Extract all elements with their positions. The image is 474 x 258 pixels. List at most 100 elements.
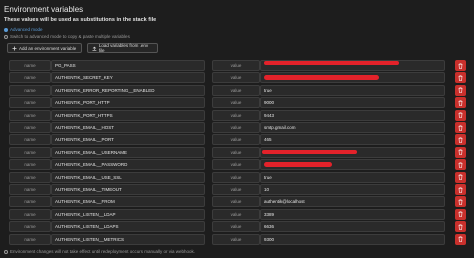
- env-value-input[interactable]: 9443: [260, 109, 445, 121]
- trash-icon: [458, 174, 463, 180]
- env-value-input[interactable]: 6636: [260, 221, 445, 233]
- footer-note: Environment changes will not take effect…: [4, 249, 195, 254]
- name-label: name: [9, 60, 51, 71]
- env-value-input[interactable]: true: [260, 84, 445, 96]
- env-value-input[interactable]: authentik@localhost: [260, 196, 445, 208]
- env-name-input[interactable]: AUTHENTIK_EMAIL__HOST: [51, 122, 205, 133]
- env-variable-row: name AUTHENTIK_ERROR_REPORTING__ENABLED …: [0, 84, 474, 96]
- info-icon: [4, 249, 8, 254]
- name-label: name: [9, 171, 51, 183]
- value-label: value: [212, 84, 260, 96]
- env-variable-row: name AUTHENTIK_LISTEN__METRICS value 930…: [0, 233, 474, 245]
- env-value-input[interactable]: 9000: [260, 97, 445, 109]
- value-label: value: [212, 134, 260, 146]
- upload-icon: [92, 46, 97, 51]
- name-label: name: [9, 196, 51, 208]
- load-env-file-label: Load variables from .env file: [98, 43, 149, 53]
- env-value-input[interactable]: 9300: [260, 233, 445, 245]
- advanced-hint-text: Switch to advanced mode to copy & paste …: [10, 34, 130, 39]
- delete-variable-button[interactable]: [455, 109, 466, 121]
- delete-variable-button[interactable]: [455, 171, 466, 183]
- value-label: value: [212, 159, 260, 171]
- delete-variable-button[interactable]: [455, 134, 466, 146]
- name-label: name: [9, 84, 51, 96]
- trash-icon: [458, 75, 463, 81]
- value-label: value: [212, 109, 260, 121]
- advanced-mode-label: Advanced mode: [10, 27, 43, 32]
- trash-icon: [458, 137, 463, 143]
- value-label: value: [212, 60, 260, 71]
- name-label: name: [9, 184, 51, 195]
- trash-icon: [458, 211, 463, 218]
- env-value-input[interactable]: 10: [260, 184, 445, 195]
- delete-variable-button[interactable]: [455, 221, 466, 233]
- env-name-input[interactable]: AUTHENTIK_EMAIL__USE_SSL: [51, 171, 205, 183]
- trash-icon: [458, 87, 463, 94]
- value-label: value: [212, 146, 260, 158]
- env-value-input[interactable]: 3389: [260, 208, 445, 220]
- radio-icon: [4, 27, 8, 32]
- trash-icon: [458, 162, 463, 168]
- name-label: name: [9, 72, 51, 84]
- delete-variable-button[interactable]: [455, 60, 466, 71]
- name-label: name: [9, 109, 51, 121]
- env-name-input[interactable]: AUTHENTIK_EMAIL__USERNAME: [51, 146, 205, 158]
- name-label: name: [9, 134, 51, 146]
- env-name-input[interactable]: AUTHENTIK_PORT_HTTPS: [51, 109, 205, 121]
- env-name-input[interactable]: AUTHENTIK_EMAIL__FROM: [51, 196, 205, 208]
- value-label: value: [212, 171, 260, 183]
- env-variable-row: name PG_PASS value: [0, 60, 474, 71]
- delete-variable-button[interactable]: [455, 97, 466, 109]
- delete-variable-button[interactable]: [455, 84, 466, 96]
- value-label: value: [212, 208, 260, 220]
- env-name-input[interactable]: AUTHENTIK_ERROR_REPORTING__ENABLED: [51, 84, 205, 96]
- value-label: value: [212, 122, 260, 133]
- env-name-input[interactable]: AUTHENTIK_LISTEN__METRICS: [51, 233, 205, 245]
- advanced-mode-toggle[interactable]: Advanced mode: [4, 27, 43, 32]
- env-variable-row: name AUTHENTIK_PORT_HTTP value 9000: [0, 97, 474, 109]
- delete-variable-button[interactable]: [455, 122, 466, 133]
- advanced-mode-hint: Switch to advanced mode to copy & paste …: [4, 34, 130, 39]
- env-name-input[interactable]: AUTHENTIK_LISTEN__LDAP: [51, 208, 205, 220]
- env-name-input[interactable]: PG_PASS: [51, 60, 205, 71]
- env-name-input[interactable]: AUTHENTIK_SECRET_KEY: [51, 72, 205, 84]
- redaction-mark: [264, 75, 379, 80]
- env-variable-row: name AUTHENTIK_SECRET_KEY value: [0, 72, 474, 84]
- trash-icon: [458, 199, 463, 205]
- trash-icon: [458, 124, 463, 131]
- add-env-variable-label: Add an environment variable: [19, 45, 77, 51]
- env-name-input[interactable]: AUTHENTIK_LISTEN__LDAPS: [51, 221, 205, 233]
- env-variable-row: name AUTHENTIK_EMAIL__TIMEOUT value 10: [0, 184, 474, 195]
- env-value-input[interactable]: smtp.gmail.com: [260, 122, 445, 133]
- footer-note-text: Environment changes will not take effect…: [10, 249, 196, 254]
- redaction-mark: [264, 60, 399, 65]
- env-variable-row: name AUTHENTIK_EMAIL__HOST value smtp.gm…: [0, 122, 474, 133]
- value-label: value: [212, 221, 260, 233]
- env-variable-row: name AUTHENTIK_EMAIL__USERNAME value: [0, 146, 474, 158]
- plus-icon: [12, 46, 17, 50]
- delete-variable-button[interactable]: [455, 196, 466, 208]
- name-label: name: [9, 146, 51, 158]
- env-name-input[interactable]: AUTHENTIK_EMAIL__PASSWORD: [51, 159, 205, 171]
- delete-variable-button[interactable]: [455, 233, 466, 245]
- name-label: name: [9, 122, 51, 133]
- trash-icon: [458, 62, 463, 69]
- delete-variable-button[interactable]: [455, 208, 466, 220]
- env-value-input[interactable]: 465: [260, 134, 445, 146]
- delete-variable-button[interactable]: [455, 72, 466, 84]
- add-env-variable-button[interactable]: Add an environment variable: [7, 43, 82, 53]
- env-name-input[interactable]: AUTHENTIK_PORT_HTTP: [51, 97, 205, 109]
- env-variable-row: name AUTHENTIK_EMAIL__PORT value 465: [0, 134, 474, 146]
- load-env-file-button[interactable]: Load variables from .env file: [87, 43, 158, 53]
- delete-variable-button[interactable]: [455, 184, 466, 195]
- delete-variable-button[interactable]: [455, 159, 466, 171]
- value-label: value: [212, 72, 260, 84]
- trash-icon: [458, 100, 463, 106]
- env-value-input[interactable]: true: [260, 171, 445, 183]
- value-label: value: [212, 196, 260, 208]
- redaction-mark: [264, 162, 332, 167]
- env-name-input[interactable]: AUTHENTIK_EMAIL__TIMEOUT: [51, 184, 205, 195]
- env-variable-row: name AUTHENTIK_LISTEN__LDAP value 3389: [0, 208, 474, 220]
- delete-variable-button[interactable]: [455, 146, 466, 158]
- env-name-input[interactable]: AUTHENTIK_EMAIL__PORT: [51, 134, 205, 146]
